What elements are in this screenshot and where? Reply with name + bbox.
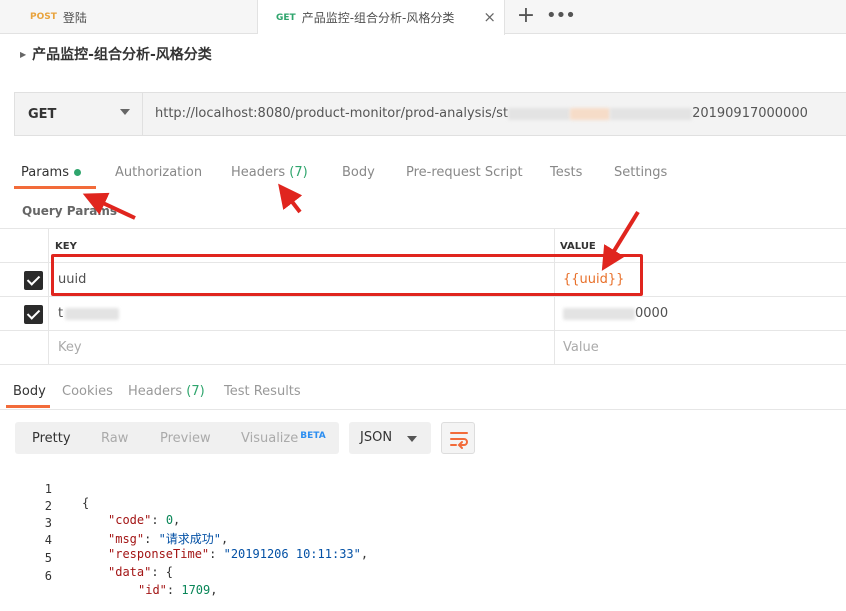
json-value: 1709 <box>181 583 211 597</box>
json-key: "data" <box>108 565 152 579</box>
code-text: "id": 1709, <box>138 583 218 597</box>
annotation-arrow-params <box>82 192 136 220</box>
annotation-arrow-value <box>601 210 640 271</box>
annotation-arrows <box>82 183 640 271</box>
code-text: "data": { <box>108 565 174 579</box>
json-key: "id" <box>138 583 167 597</box>
annotation-arrow-headers <box>278 183 303 214</box>
line-number: 6 <box>44 569 52 583</box>
